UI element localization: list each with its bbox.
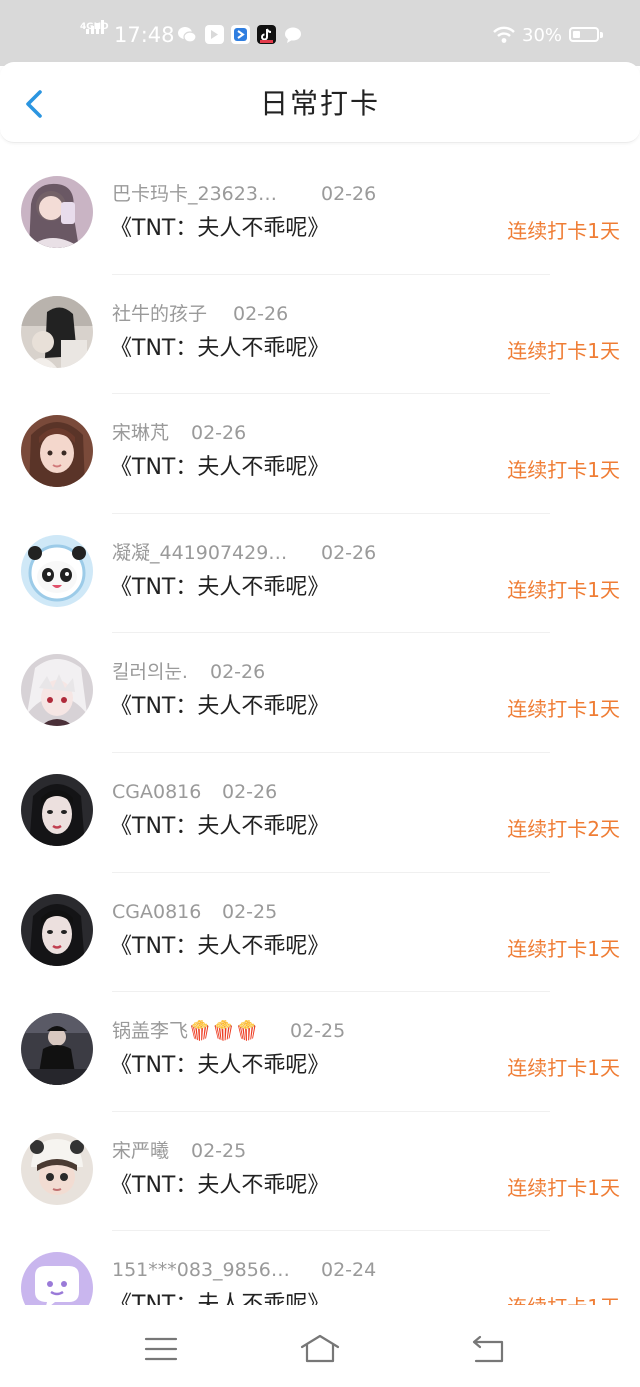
- streak-label: 连续打卡1天: [507, 577, 620, 602]
- username[interactable]: CGA0816: [112, 900, 201, 924]
- avatar[interactable]: [21, 415, 93, 488]
- home-icon: [300, 1334, 340, 1363]
- checkin-meta: 凝凝_441907429… 02-26: [112, 541, 376, 565]
- checkin-date: 02-26: [222, 780, 278, 803]
- username[interactable]: 巴卡玛卡_23623…: [112, 182, 277, 206]
- checkin-list[interactable]: 巴卡玛卡_23623… 02-26 《TNT：夫人不乖呢》 连续打卡1天 社牛的…: [0, 155, 640, 1305]
- checkin-date: 02-26: [321, 183, 377, 205]
- checkin-date: 02-25: [290, 1020, 346, 1043]
- book-title[interactable]: 《TNT：夫人不乖呢》: [110, 334, 329, 364]
- checkin-row[interactable]: 巴卡玛卡_23623… 02-26 《TNT：夫人不乖呢》 连续打卡1天: [0, 155, 640, 275]
- book-title[interactable]: 《TNT：夫人不乖呢》: [110, 1171, 329, 1201]
- book-title[interactable]: 《TNT：夫人不乖呢》: [110, 812, 329, 842]
- page-title: 日常打卡: [259, 87, 380, 120]
- avatar[interactable]: [21, 1132, 93, 1205]
- book-title[interactable]: 《TNT：夫人不乖呢》: [110, 214, 329, 244]
- system-nav-bar: [0, 1307, 640, 1387]
- back-nav-button[interactable]: [466, 1331, 510, 1367]
- username[interactable]: 凝凝_441907429…: [112, 541, 287, 565]
- username[interactable]: 宋严曦: [112, 1139, 169, 1163]
- checkin-row[interactable]: 宋琳芃 02-26 《TNT：夫人不乖呢》 连续打卡1天: [0, 394, 640, 514]
- username[interactable]: CGA0816: [112, 780, 201, 804]
- streak-label: 连续打卡1天: [507, 936, 620, 961]
- wifi-icon: [492, 25, 516, 45]
- avatar[interactable]: [21, 295, 93, 368]
- book-title[interactable]: 《TNT：夫人不乖呢》: [110, 573, 329, 603]
- header: 日常打卡: [0, 62, 640, 143]
- username[interactable]: 锅盖李飞🍿🍿🍿: [112, 1019, 259, 1043]
- streak-label: 连续打卡1天: [507, 338, 620, 363]
- status-bar: 4GHD 17:48 30%: [0, 0, 640, 66]
- checkin-meta: CGA0816 02-25: [112, 900, 277, 924]
- checkin-meta: 宋严曦 02-25: [112, 1139, 246, 1163]
- checkin-date: 02-25: [222, 900, 278, 923]
- wechat-icon: [177, 25, 197, 44]
- checkin-row[interactable]: 锅盖李飞🍿🍿🍿 02-25 《TNT：夫人不乖呢》 连续打卡1天: [0, 992, 640, 1112]
- checkin-meta: 锅盖李飞🍿🍿🍿 02-25: [112, 1019, 345, 1043]
- username[interactable]: 킬러의눈.: [112, 660, 188, 684]
- message-bubble-icon: [283, 25, 302, 44]
- battery-percent: 30%: [522, 25, 563, 46]
- streak-label: 连续打卡2天: [507, 816, 620, 841]
- checkin-date: 02-26: [191, 422, 247, 445]
- app-icon: [205, 25, 224, 44]
- username[interactable]: 151***083_9856…: [112, 1258, 290, 1282]
- checkin-row[interactable]: 凝凝_441907429… 02-26 《TNT：夫人不乖呢》 连续打卡1天: [0, 514, 640, 634]
- streak-label: 连续打卡1天: [507, 1175, 620, 1200]
- checkin-meta: 巴卡玛卡_23623… 02-26: [112, 182, 376, 206]
- avatar[interactable]: [21, 1252, 93, 1305]
- avatar[interactable]: [21, 534, 93, 607]
- checkin-row[interactable]: 宋严曦 02-25 《TNT：夫人不乖呢》 连续打卡1天: [0, 1112, 640, 1232]
- checkin-date: 02-24: [321, 1259, 377, 1282]
- avatar[interactable]: [21, 893, 93, 966]
- checkin-row[interactable]: CGA0816 02-26 《TNT：夫人不乖呢》 连续打卡2天: [0, 753, 640, 873]
- checkin-meta: 151***083_9856… 02-24: [112, 1258, 376, 1282]
- avatar[interactable]: [21, 1013, 93, 1086]
- book-title[interactable]: 《TNT：夫人不乖呢》: [110, 932, 329, 962]
- checkin-meta: 社牛的孩子 02-26: [112, 302, 288, 326]
- home-button[interactable]: [298, 1331, 342, 1367]
- username[interactable]: 宋琳芃: [112, 421, 169, 445]
- battery-tip: [600, 32, 603, 38]
- battery-icon: [569, 27, 599, 42]
- menu-button[interactable]: [139, 1331, 183, 1367]
- streak-label: 连续打卡1天: [507, 219, 620, 243]
- avatar[interactable]: [21, 773, 93, 846]
- checkin-date: 02-26: [210, 661, 266, 684]
- checkin-date: 02-26: [233, 302, 289, 325]
- menu-icon: [144, 1337, 178, 1361]
- checkin-meta: CGA0816 02-26: [112, 780, 277, 804]
- book-title[interactable]: 《TNT：夫人不乖呢》: [110, 1051, 329, 1081]
- checkin-meta: 宋琳芃 02-26: [112, 421, 246, 445]
- avatar[interactable]: [21, 654, 93, 727]
- checkin-row[interactable]: CGA0816 02-25 《TNT：夫人不乖呢》 连续打卡1天: [0, 873, 640, 993]
- avatar[interactable]: [21, 176, 93, 248]
- checkin-row[interactable]: 社牛的孩子 02-26 《TNT：夫人不乖呢》 连续打卡1天: [0, 275, 640, 395]
- tiktok-icon: [257, 25, 276, 44]
- streak-label: 连续打卡1天: [507, 1056, 620, 1081]
- checkin-row[interactable]: 킬러의눈. 02-26 《TNT：夫人不乖呢》 连续打卡1天: [0, 633, 640, 753]
- streak-label: 连续打卡1天: [507, 458, 620, 483]
- status-time: 17:48: [114, 23, 175, 47]
- username[interactable]: 社牛的孩子: [112, 302, 207, 326]
- book-title[interactable]: 《TNT：夫人不乖呢》: [110, 453, 329, 483]
- checkin-date: 02-26: [321, 541, 377, 564]
- back-icon: [472, 1335, 504, 1363]
- browser-icon: [231, 25, 250, 44]
- streak-label: 连续打卡1天: [507, 1293, 620, 1305]
- checkin-row[interactable]: 151***083_9856… 02-24 《TNT：夫人不乖呢》 连续打卡1天: [0, 1231, 640, 1305]
- signal-icon: 4GHD: [80, 20, 110, 46]
- book-title[interactable]: 《TNT：夫人不乖呢》: [110, 1290, 329, 1305]
- checkin-meta: 킬러의눈. 02-26: [112, 660, 265, 684]
- checkin-date: 02-25: [191, 1139, 247, 1162]
- book-title[interactable]: 《TNT：夫人不乖呢》: [110, 692, 329, 722]
- streak-label: 连续打卡1天: [507, 697, 620, 722]
- network-type: 4GHD: [80, 22, 109, 32]
